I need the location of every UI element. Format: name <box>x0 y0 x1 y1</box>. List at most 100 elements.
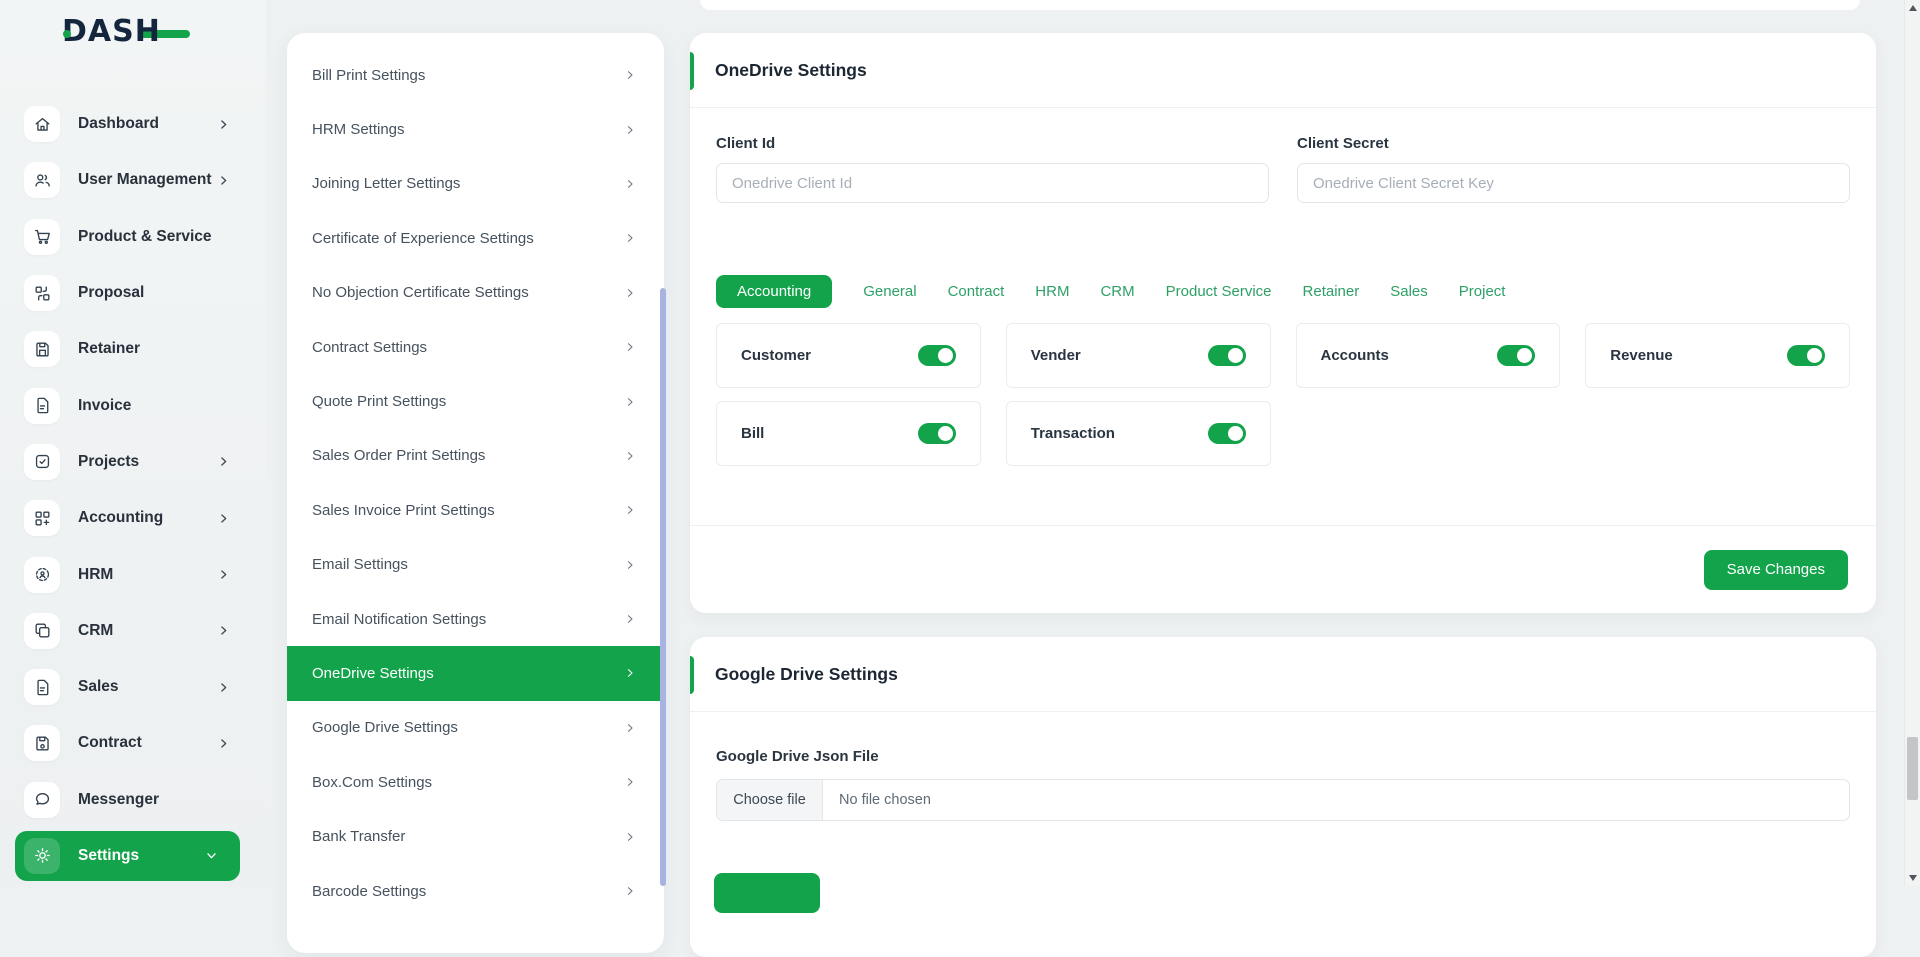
check-square-icon <box>24 444 60 480</box>
revenue-toggle[interactable] <box>1787 345 1825 366</box>
tab-accounting[interactable]: Accounting <box>716 275 832 308</box>
gdrive-title: Google Drive Settings <box>715 664 898 685</box>
sales-file-icon <box>24 669 60 705</box>
client-secret-label: Client Secret <box>1297 135 1850 152</box>
grid-plus-icon <box>24 500 60 536</box>
settings-menu-item-no-objection[interactable]: No Objection Certificate Settings <box>287 266 664 320</box>
sidebar-item-invoice[interactable]: Invoice <box>0 377 266 433</box>
sidebar-item-accounting[interactable]: Accounting <box>0 490 266 546</box>
invoice-file-icon <box>24 388 60 424</box>
sidebar-item-product-service[interactable]: Product & Service <box>0 209 266 265</box>
page-scrollbar-thumb[interactable] <box>1907 737 1918 800</box>
logo-text: DASH <box>62 14 161 49</box>
chevron-right-icon <box>624 504 636 516</box>
sidebar-item-contract[interactable]: Contract <box>0 715 266 771</box>
client-id-input[interactable] <box>716 163 1269 203</box>
settings-menu-item-email-notification[interactable]: Email Notification Settings <box>287 592 664 646</box>
sidebar-item-settings[interactable]: Settings <box>15 831 240 881</box>
toggle-knob <box>1517 348 1532 363</box>
settings-menu-item-barcode[interactable]: Barcode Settings <box>287 864 664 918</box>
settings-menu-item-email[interactable]: Email Settings <box>287 538 664 592</box>
toggle-grid: Customer Vender Accounts Revenue Bill Tr… <box>716 323 1850 466</box>
tab-sales[interactable]: Sales <box>1390 283 1428 300</box>
onedrive-settings-card: OneDrive Settings Client Id Client Secre… <box>690 33 1876 613</box>
contract-save-icon <box>24 725 60 761</box>
settings-menu-item-joining-letter[interactable]: Joining Letter Settings <box>287 157 664 211</box>
choose-file-button[interactable]: Choose file <box>717 780 823 820</box>
chevron-right-icon <box>217 118 230 131</box>
tab-retainer[interactable]: Retainer <box>1303 283 1360 300</box>
bill-toggle[interactable] <box>918 423 956 444</box>
sidebar-item-user-management[interactable]: User Management <box>0 152 266 208</box>
tab-hrm[interactable]: HRM <box>1035 283 1069 300</box>
google-drive-settings-card: Google Drive Settings Google Drive Json … <box>690 637 1876 957</box>
settings-menu-item-sales-order-print[interactable]: Sales Order Print Settings <box>287 429 664 483</box>
tab-project[interactable]: Project <box>1459 283 1506 300</box>
transaction-toggle[interactable] <box>1208 423 1246 444</box>
toggle-card-bill: Bill <box>716 401 981 466</box>
sidebar-item-hrm[interactable]: HRM <box>0 546 266 602</box>
save-changes-button[interactable]: Save Changes <box>1704 550 1848 590</box>
chevron-right-icon <box>624 722 636 734</box>
gear-icon <box>24 838 60 874</box>
client-id-field-group: Client Id <box>716 135 1269 203</box>
settings-menu-item-box-com[interactable]: Box.Com Settings <box>287 755 664 809</box>
settings-menu-item-google-drive[interactable]: Google Drive Settings <box>287 701 664 755</box>
settings-menu-item-contract[interactable]: Contract Settings <box>287 320 664 374</box>
submenu-scrollbar-thumb[interactable] <box>660 288 666 886</box>
chevron-down-icon <box>205 849 218 862</box>
tab-contract[interactable]: Contract <box>948 283 1005 300</box>
chevron-right-icon <box>217 455 230 468</box>
onedrive-card-header: OneDrive Settings <box>690 33 1876 108</box>
chevron-right-icon <box>624 341 636 353</box>
settings-menu-item-onedrive[interactable]: OneDrive Settings <box>287 646 664 700</box>
settings-menu-item-hrm[interactable]: HRM Settings <box>287 102 664 156</box>
toggle-card-transaction: Transaction <box>1006 401 1271 466</box>
settings-menu-item-certificate-experience[interactable]: Certificate of Experience Settings <box>287 211 664 265</box>
user-scan-icon <box>24 557 60 593</box>
sidebar-item-messenger[interactable]: Messenger <box>0 772 266 828</box>
header-accent-bar <box>690 656 694 694</box>
chevron-right-icon <box>624 885 636 897</box>
sidebar-item-sales[interactable]: Sales <box>0 659 266 715</box>
toggle-knob <box>938 348 953 363</box>
client-secret-field-group: Client Secret <box>1297 135 1850 203</box>
sidebar-nav: Dashboard User Management Product & Serv… <box>0 96 266 884</box>
toggle-card-vender: Vender <box>1006 323 1271 388</box>
tab-general[interactable]: General <box>863 283 916 300</box>
onedrive-card-footer: Save Changes <box>690 525 1876 613</box>
chevron-right-icon <box>624 232 636 244</box>
sidebar-item-proposal[interactable]: Proposal <box>0 265 266 321</box>
chevron-right-icon <box>624 450 636 462</box>
tab-crm[interactable]: CRM <box>1100 283 1134 300</box>
gdrive-tab-pill-partial[interactable] <box>714 873 820 913</box>
app-logo[interactable]: DASH <box>62 14 194 54</box>
chevron-right-icon <box>217 737 230 750</box>
sidebar-item-crm[interactable]: CRM <box>0 603 266 659</box>
settings-menu-item-bank-transfer[interactable]: Bank Transfer <box>287 809 664 863</box>
accounts-toggle[interactable] <box>1497 345 1535 366</box>
sidebar-item-dashboard[interactable]: Dashboard <box>0 96 266 152</box>
vender-toggle[interactable] <box>1208 345 1246 366</box>
toggle-card-revenue: Revenue <box>1585 323 1850 388</box>
previous-card-bottom <box>700 0 1860 10</box>
settings-menu-item-sales-invoice-print[interactable]: Sales Invoice Print Settings <box>287 483 664 537</box>
settings-menu-item-quote-print[interactable]: Quote Print Settings <box>287 374 664 428</box>
page-scrollbar[interactable] <box>1904 0 1920 886</box>
scroll-up-arrow-icon[interactable] <box>1909 5 1917 11</box>
client-secret-input[interactable] <box>1297 163 1850 203</box>
settings-menu-item-bill-print[interactable]: Bill Print Settings <box>287 48 664 102</box>
sidebar: DASH Dashboard User Management P <box>0 0 266 886</box>
scroll-down-arrow-icon[interactable] <box>1909 875 1917 881</box>
toggle-knob <box>938 426 953 441</box>
chevron-right-icon <box>624 559 636 571</box>
copy-cards-icon <box>24 613 60 649</box>
users-icon <box>24 162 60 198</box>
chat-bubble-icon <box>24 782 60 818</box>
sidebar-item-projects[interactable]: Projects <box>0 434 266 490</box>
customer-toggle[interactable] <box>918 345 956 366</box>
header-accent-bar <box>690 52 694 90</box>
tab-product-service[interactable]: Product Service <box>1166 283 1272 300</box>
sidebar-item-retainer[interactable]: Retainer <box>0 321 266 377</box>
gdrive-json-file-input[interactable]: Choose file No file chosen <box>716 779 1850 821</box>
